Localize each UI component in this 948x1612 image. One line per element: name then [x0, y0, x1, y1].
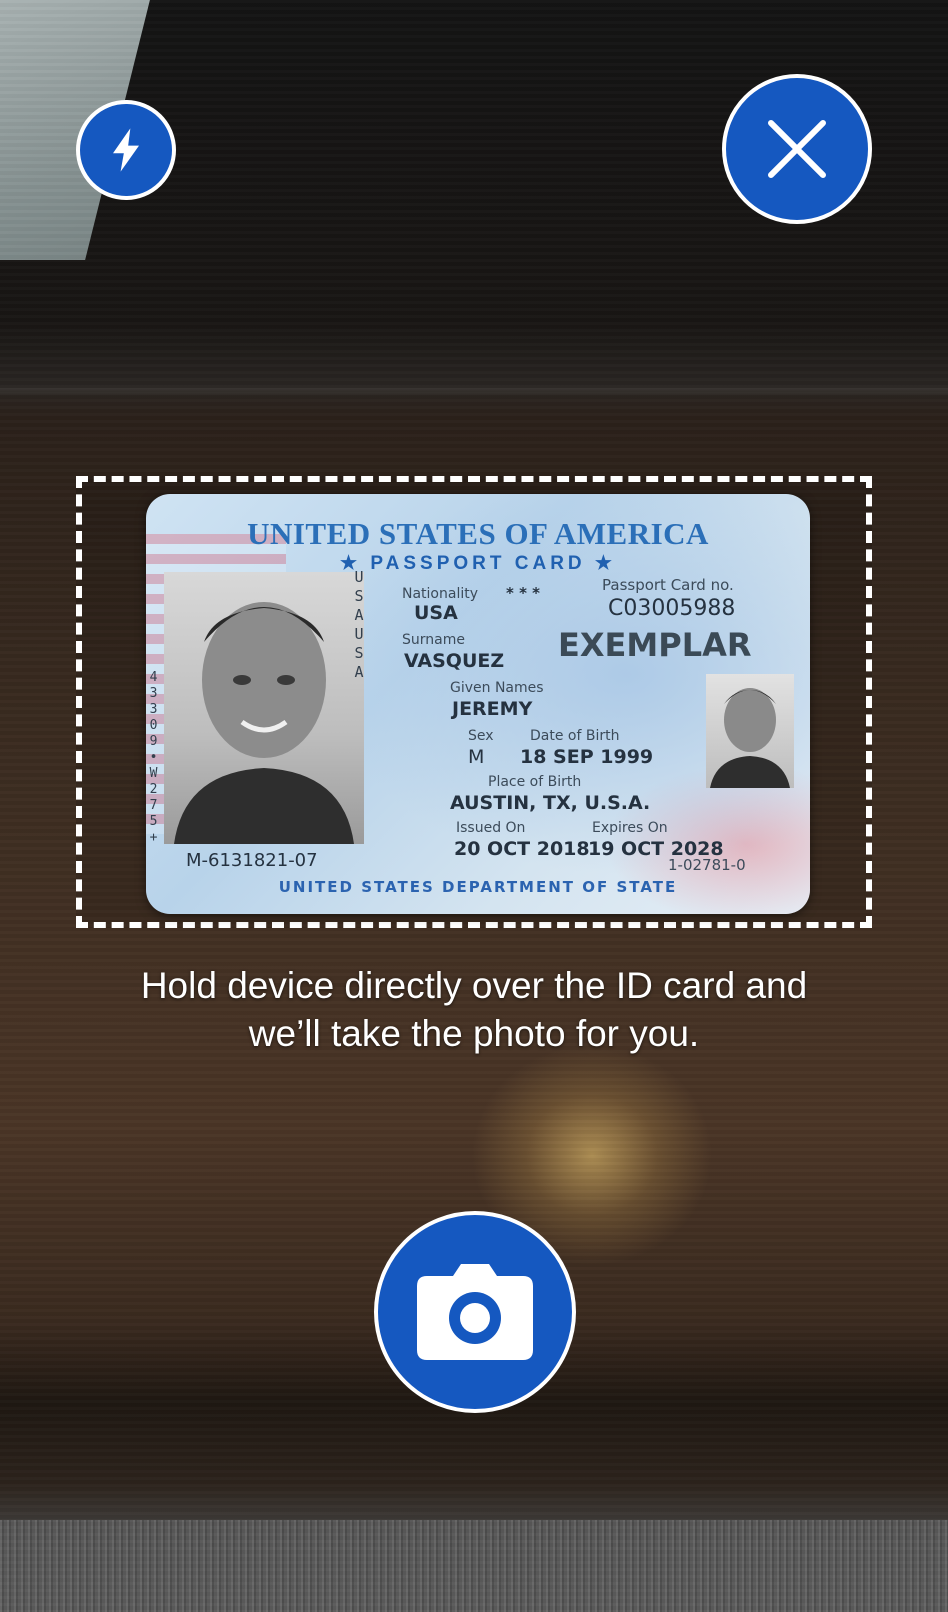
given-names-value: JEREMY: [452, 698, 533, 720]
card-holder-photo: [164, 572, 364, 844]
flash-icon: [113, 128, 139, 172]
sex-value: M: [468, 746, 485, 768]
pob-label: Place of Birth: [488, 774, 582, 790]
card-department: UNITED STATES DEPARTMENT OF STATE: [278, 878, 678, 896]
dob-label: Date of Birth: [530, 728, 620, 744]
camera-icon: [417, 1264, 533, 1360]
nationality-label: Nationality: [402, 586, 479, 602]
given-names-label: Given Names: [450, 680, 544, 696]
card-doc-number: M-6131821-07: [186, 850, 318, 871]
sex-label: Sex: [468, 728, 494, 744]
surname-label: Surname: [402, 632, 465, 648]
card-ref-number: 1-02781-0: [668, 856, 746, 874]
card-no-value: C03005988: [608, 596, 736, 621]
card-left-code: 43309•W275+: [146, 670, 161, 846]
card-stars: * * *: [506, 584, 540, 602]
pob-value: AUSTIN, TX, U.S.A.: [450, 792, 651, 814]
flash-button[interactable]: [76, 100, 176, 200]
card-exemplar: EXEMPLAR: [558, 626, 752, 664]
instructions-line-2: we’ll take the photo for you.: [248, 1013, 700, 1054]
issued-label: Issued On: [456, 820, 526, 836]
instructions-line-1: Hold device directly over the ID card an…: [140, 965, 808, 1006]
card-ghost-photo: [706, 674, 794, 788]
expires-label: Expires On: [592, 820, 668, 836]
close-icon: [768, 120, 826, 178]
dob-value: 18 SEP 1999: [520, 746, 654, 768]
capture-button[interactable]: [374, 1211, 576, 1413]
nationality-value: USA: [414, 602, 458, 624]
close-button[interactable]: [722, 74, 872, 224]
issued-value: 20 OCT 2018: [454, 838, 590, 860]
id-card-preview: UNITED STATES OF AMERICA ★ PASSPORT CARD…: [146, 494, 810, 914]
card-usa-vertical: USAUSA: [350, 568, 368, 682]
surname-value: VASQUEZ: [404, 650, 505, 672]
card-country: UNITED STATES OF AMERICA: [247, 516, 709, 551]
capture-instructions: Hold device directly over the ID card an…: [0, 962, 948, 1058]
card-no-label: Passport Card no.: [602, 576, 734, 594]
